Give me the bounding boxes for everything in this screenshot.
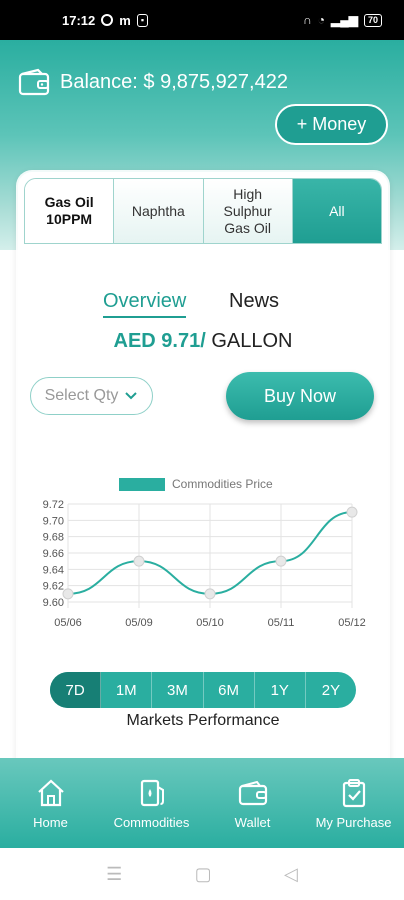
buy-now-button[interactable]: Buy Now	[226, 372, 374, 420]
price-display: AED 9.71/ GALLON	[18, 330, 388, 353]
battery-icon: 70	[363, 13, 382, 27]
tab-label: Gas Oil 10PPM	[44, 194, 94, 227]
y-tick-label: 9.70	[43, 515, 64, 527]
nav-my-purchase[interactable]: My Purchase	[303, 758, 404, 848]
tab-news[interactable]: News	[229, 290, 279, 313]
tab-overview[interactable]: Overview	[103, 290, 187, 318]
price-unit: GALLON	[205, 330, 293, 352]
quantity-placeholder: Select Qty	[44, 387, 119, 404]
recents-icon[interactable]: ☰	[106, 864, 122, 885]
balance-label: Balance: $ 9,875,927,422	[60, 70, 288, 93]
x-tick-label: 05/06	[54, 617, 82, 629]
markets-performance-label: Markets Performance	[126, 712, 280, 729]
notification-icon: ▪	[136, 13, 149, 27]
headphone-icon: ∩	[303, 13, 312, 27]
fuel-icon	[140, 779, 164, 806]
nav-wallet-label: Wallet	[234, 814, 271, 830]
period-6m-button[interactable]: 6M	[204, 672, 255, 708]
legend-swatch	[119, 478, 165, 491]
commodity-tabs: Gas Oil 10PPM Naphtha High Sulphur Gas O…	[24, 178, 382, 244]
nav-home[interactable]: Home	[0, 758, 101, 848]
data-point[interactable]	[133, 555, 145, 567]
x-tick-label: 05/09	[125, 617, 153, 629]
balance-row: Balance: $ 9,875,927,422	[18, 68, 288, 96]
nav-my-purchase-label: My Purchase	[315, 814, 392, 830]
data-point[interactable]	[275, 555, 287, 567]
clipboard-check-icon	[342, 778, 365, 807]
y-tick-label: 9.60	[43, 597, 64, 609]
wallet-icon	[238, 780, 267, 805]
x-tick-label: 05/11	[268, 617, 295, 629]
chevron-down-icon	[125, 392, 138, 400]
x-tick-label: 05/12	[338, 617, 366, 629]
quantity-select[interactable]: Select Qty	[30, 377, 153, 415]
y-tick-label: 9.68	[43, 532, 64, 544]
x-tick-label: 05/10	[196, 617, 224, 629]
home-circle-icon[interactable]: ▢	[195, 864, 212, 885]
data-point[interactable]	[62, 588, 74, 600]
status-time: 17:12	[62, 12, 96, 28]
back-icon[interactable]: ◁	[284, 864, 298, 885]
wifi-icon: ◔	[317, 13, 326, 27]
period-3m-button[interactable]: 3M	[152, 672, 204, 708]
home-icon	[37, 779, 64, 806]
tab-all[interactable]: All	[292, 179, 381, 243]
nav-commodities-label: Commodities	[113, 814, 190, 830]
status-bar: 17:12 m ▪ ∩ ◔ ▂▄▆ 70	[0, 0, 404, 40]
commodity-card: Gas Oil 10PPM Naphtha High Sulphur Gas O…	[18, 172, 388, 772]
period-selector: 7D 1M 3M 6M 1Y 2Y	[50, 672, 356, 708]
y-tick-label: 9.72	[43, 499, 64, 511]
price-value: AED 9.71/	[113, 330, 206, 352]
wallet-icon	[18, 68, 50, 96]
tab-high-sulphur-gas-oil[interactable]: High Sulphur Gas Oil	[203, 179, 293, 243]
nav-commodities[interactable]: Commodities	[101, 758, 202, 848]
bottom-navigation: Home Commodities Wallet My Purchase	[0, 758, 404, 848]
period-1m-button[interactable]: 1M	[101, 672, 153, 708]
period-1y-button[interactable]: 1Y	[255, 672, 306, 708]
tab-label: Naphtha	[131, 202, 185, 219]
tab-label: High Sulphur Gas Oil	[223, 185, 272, 236]
y-tick-label: 9.64	[43, 564, 64, 576]
system-navigation-bar: ☰ ▢ ◁	[0, 848, 404, 900]
nav-wallet[interactable]: Wallet	[202, 758, 303, 848]
messenger-icon: m	[119, 12, 131, 28]
price-chart: Commodities Price 9.72 9.70 9.68 9.66 9.64 9.6…	[43, 477, 366, 629]
add-money-button[interactable]: + Money	[275, 104, 388, 145]
tab-label: All	[329, 202, 345, 219]
whatsapp-icon	[101, 14, 114, 26]
y-tick-label: 9.66	[43, 548, 64, 560]
period-7d-button[interactable]: 7D	[50, 672, 102, 708]
legend-label: Commodities Price	[172, 477, 273, 491]
data-point[interactable]	[204, 588, 216, 600]
y-tick-label: 9.62	[43, 581, 64, 593]
tab-naphtha[interactable]: Naphtha	[114, 179, 204, 243]
period-2y-button[interactable]: 2Y	[306, 672, 356, 708]
nav-home-label: Home	[33, 814, 68, 830]
tab-gas-oil-10ppm[interactable]: Gas Oil 10PPM	[25, 179, 115, 243]
signal-icon: ▂▄▆	[331, 13, 358, 27]
data-point[interactable]	[346, 506, 358, 518]
